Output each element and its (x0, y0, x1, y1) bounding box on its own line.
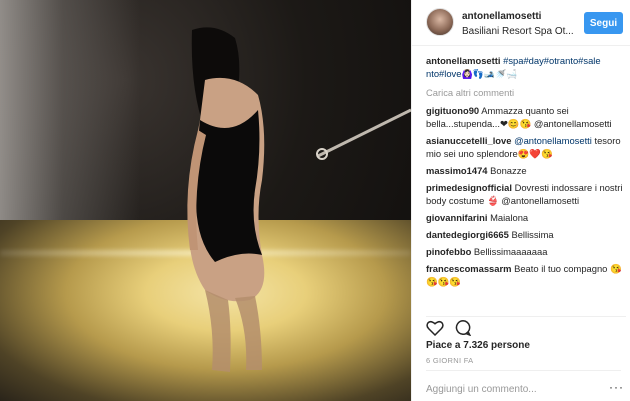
heart-icon[interactable] (426, 319, 444, 336)
comment-bubble-icon[interactable] (454, 319, 472, 336)
post-timestamp: 6 GIORNI FA (426, 356, 474, 365)
post-photo[interactable] (0, 0, 411, 401)
caption-username[interactable]: antonellamosetti (426, 55, 501, 66)
more-options-icon[interactable]: ··· (609, 380, 624, 394)
list-item: francescomassarm Beato il tuo compagno 😘… (426, 262, 626, 288)
list-item: pinofebbo Bellissimaaaaaaa (426, 245, 626, 258)
post-header: antonellamosetti Basiliani Resort Spa Ot… (412, 0, 630, 46)
action-bar (426, 316, 626, 336)
list-item: gigituono90 Ammazza quanto sei bella...s… (426, 104, 626, 130)
comment-username[interactable]: dantedegiorgi6665 (426, 229, 509, 240)
photo-figure (187, 27, 411, 372)
comment-text: Maialona (490, 212, 529, 223)
comment-username[interactable]: primedesignofficial (426, 182, 512, 193)
comment-username[interactable]: pinofebbo (426, 246, 471, 257)
comments-list: antonellamosetti #spa#day#otranto#sale n… (426, 54, 626, 306)
list-item: primedesignofficial Dovresti indossare i… (426, 181, 626, 207)
list-item: asianuccetelli_love @antonellamosetti te… (426, 134, 626, 160)
list-item: massimo1474 Bonazze (426, 164, 626, 177)
header-username[interactable]: antonellamosetti (462, 11, 541, 22)
likes-count[interactable]: Piace a 7.326 persone (426, 340, 530, 351)
location-link[interactable]: Basiliani Resort Spa Ot... (462, 26, 580, 37)
comment-username[interactable]: massimo1474 (426, 165, 488, 176)
comment-username[interactable]: giovannifarini (426, 212, 487, 223)
load-more-comments[interactable]: Carica altri commenti (426, 86, 626, 99)
comment-input[interactable]: Aggiungi un commento... (426, 370, 621, 401)
comment-username[interactable]: asianuccetelli_love (426, 135, 511, 146)
avatar[interactable] (426, 8, 454, 36)
comment-text: Bellissimaaaaaaa (473, 246, 548, 257)
list-item: dantedegiorgi6665 Bellissima (426, 228, 626, 241)
comment-username[interactable]: gigituono90 (426, 105, 479, 116)
comment-mention[interactable]: @antonellamosetti (514, 135, 592, 146)
comment-text: Bonazze (490, 165, 527, 176)
comment-text: Bellissima (511, 229, 554, 240)
caption: antonellamosetti #spa#day#otranto#sale n… (426, 54, 626, 82)
comment-username[interactable]: francescomassarm (426, 263, 511, 274)
list-item: giovannifarini Maialona (426, 211, 626, 224)
post-sidebar: antonellamosetti Basiliani Resort Spa Ot… (411, 0, 630, 401)
caption-emoji: 🙆🏻‍♀️👣🎿🚿🛁 (461, 70, 518, 80)
follow-button[interactable]: Segui (584, 12, 623, 34)
